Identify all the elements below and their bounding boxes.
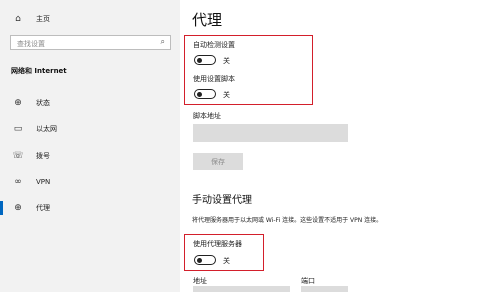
active-indicator (0, 201, 3, 215)
sidebar-item-label: 拨号 (36, 152, 50, 160)
manual-proxy-description: 将代理服务器用于以太网或 Wi-Fi 连接。这些设置不适用于 VPN 连接。 (192, 217, 383, 224)
auto-detect-state: 关 (223, 57, 230, 65)
search-icon: ⌕ (160, 37, 165, 46)
setup-script-label: 使用设置脚本 (193, 75, 235, 83)
auto-detect-toggle[interactable] (194, 55, 216, 65)
page-title: 代理 (192, 11, 223, 29)
script-address-field[interactable] (193, 124, 348, 142)
sidebar-item-label: 主页 (36, 15, 50, 23)
toggle-knob (197, 91, 202, 97)
sidebar-item-proxy[interactable]: ⊕ 代理 (10, 200, 50, 216)
use-proxy-toggle[interactable] (194, 255, 216, 265)
search-placeholder: 查找设置 (17, 40, 45, 48)
sidebar-item-ethernet[interactable]: ▭ 以太网 (10, 121, 57, 137)
sidebar-item-home[interactable]: ⌂ 主页 (10, 11, 50, 27)
toggle-knob (197, 257, 202, 263)
use-proxy-state: 关 (223, 257, 230, 265)
port-label: 端口 (301, 277, 315, 285)
auto-detect-label: 自动检测设置 (193, 41, 235, 49)
address-label: 地址 (193, 277, 207, 285)
use-proxy-label: 使用代理服务器 (193, 240, 242, 248)
sidebar-item-label: 以太网 (36, 125, 57, 133)
sidebar-item-label: VPN (36, 178, 51, 186)
sidebar: ⌂ 主页 查找设置 ⌕ 网络和 Internet ⊕ 状态 ▭ 以太网 ☏ 拨号… (0, 0, 180, 292)
search-input[interactable]: 查找设置 ⌕ (10, 35, 171, 50)
setup-script-state: 关 (223, 91, 230, 99)
globe-status-icon: ⊕ (14, 98, 22, 108)
address-field[interactable] (193, 286, 290, 292)
phone-dialup-icon: ☏ (12, 151, 24, 161)
sidebar-item-status[interactable]: ⊕ 状态 (10, 95, 50, 111)
sidebar-item-dialup[interactable]: ☏ 拨号 (10, 148, 50, 164)
globe-proxy-icon: ⊕ (14, 203, 22, 213)
script-address-label: 脚本地址 (193, 112, 221, 120)
setup-script-toggle[interactable] (194, 89, 216, 99)
home-icon: ⌂ (15, 14, 21, 24)
sidebar-item-label: 代理 (36, 204, 50, 212)
monitor-ethernet-icon: ▭ (13, 124, 23, 134)
manual-proxy-heading: 手动设置代理 (192, 195, 252, 206)
toggle-knob (197, 57, 202, 63)
section-title: 网络和 Internet (11, 67, 67, 75)
sidebar-item-label: 状态 (36, 99, 50, 107)
port-field[interactable] (301, 286, 348, 292)
save-button[interactable]: 保存 (193, 153, 243, 170)
sidebar-item-vpn[interactable]: ∞ VPN (10, 174, 50, 190)
vpn-icon: ∞ (14, 177, 22, 187)
